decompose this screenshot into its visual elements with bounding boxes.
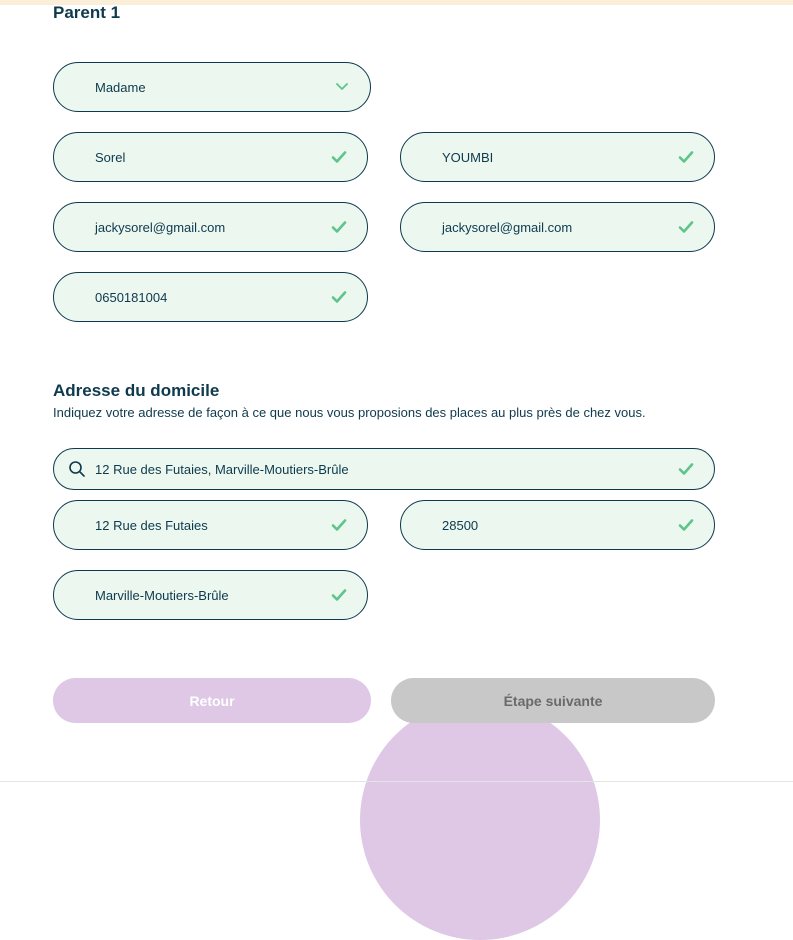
postal-code-value: 28500: [442, 517, 479, 533]
address-search-value: 12 Rue des Futaies, Marville-Moutiers-Br…: [95, 461, 349, 477]
email-confirm-value: jackysorel@gmail.com: [442, 219, 573, 235]
street-value: 12 Rue des Futaies: [95, 517, 208, 533]
check-icon: [331, 151, 347, 163]
city-field[interactable]: Marville-Moutiers-Brûle: [53, 570, 368, 620]
first-name-field[interactable]: Sorel: [53, 132, 368, 182]
bottom-divider: [0, 781, 793, 782]
parent-section-title: Parent 1: [53, 3, 121, 22]
civility-value: Madame: [95, 79, 146, 95]
phone-field[interactable]: 0650181004: [53, 272, 368, 322]
check-icon: [331, 519, 347, 531]
email-field[interactable]: jackysorel@gmail.com: [53, 202, 368, 252]
last-name-value: YOUMBI: [442, 149, 494, 165]
check-icon: [678, 221, 694, 233]
street-field[interactable]: 12 Rue des Futaies: [53, 500, 368, 550]
search-icon: [69, 461, 85, 477]
next-step-button[interactable]: Étape suivante: [391, 678, 715, 723]
first-name-value: Sorel: [95, 149, 126, 165]
city-value: Marville-Moutiers-Brûle: [95, 587, 229, 603]
postal-code-field[interactable]: 28500: [400, 500, 715, 550]
check-icon: [678, 151, 694, 163]
check-icon: [331, 589, 347, 601]
back-button[interactable]: Retour: [53, 678, 371, 723]
email-confirm-field[interactable]: jackysorel@gmail.com: [400, 202, 715, 252]
email-value: jackysorel@gmail.com: [95, 219, 226, 235]
address-section-subtitle: Indiquez votre adresse de façon à ce que…: [53, 405, 646, 420]
phone-value: 0650181004: [95, 289, 168, 305]
address-search-input[interactable]: 12 Rue des Futaies, Marville-Moutiers-Br…: [53, 448, 715, 490]
check-icon: [678, 463, 694, 475]
address-section-title: Adresse du domicile: [53, 381, 220, 400]
check-icon: [331, 221, 347, 233]
last-name-field[interactable]: YOUMBI: [400, 132, 715, 182]
chevron-down-icon: [336, 83, 348, 90]
check-icon: [331, 291, 347, 303]
civility-select[interactable]: Madame: [53, 62, 371, 112]
decorative-blob: [360, 700, 600, 940]
check-icon: [678, 519, 694, 531]
